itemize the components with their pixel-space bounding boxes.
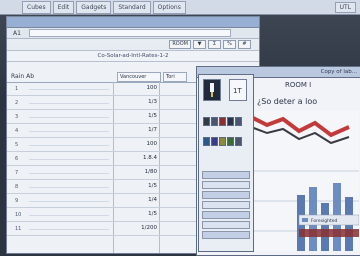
row-value: 1/5	[148, 113, 157, 119]
row-rule	[29, 89, 109, 90]
row-rule	[29, 173, 109, 174]
spreadsheet-toolbar: ROOM ▼ Σ % #	[7, 39, 259, 51]
row-number: 3	[15, 114, 19, 120]
row-rule	[29, 103, 109, 104]
row-number: 7	[15, 170, 19, 176]
palette-tool-icon[interactable]	[219, 137, 226, 146]
red-band	[299, 229, 359, 237]
row-value: 1/5	[148, 183, 157, 189]
row-number: 9	[15, 198, 19, 204]
chart-heading: ROOM I	[285, 81, 312, 89]
palette-list-item[interactable]	[202, 231, 250, 239]
row-value: 1/200	[141, 225, 157, 231]
row-rule	[29, 131, 109, 132]
row-value: 1.8.4	[143, 155, 157, 161]
palette-tool-icon[interactable]	[227, 117, 234, 126]
cell-reference: A1	[13, 29, 21, 37]
row-number: 5	[15, 142, 19, 148]
row-rule	[29, 145, 109, 146]
row-number: 1	[15, 86, 19, 92]
row-number: 6	[15, 156, 19, 162]
palette-tool-icon[interactable]	[235, 117, 242, 126]
formula-bar: A1	[7, 28, 259, 39]
row-number: 4	[15, 128, 19, 134]
row-value: 100	[146, 141, 158, 147]
row-rule	[29, 229, 109, 230]
menu-standard[interactable]: Standard	[113, 0, 151, 14]
palette-list-item[interactable]	[202, 181, 250, 189]
row-rule	[29, 187, 109, 188]
row-value: 1/3	[148, 99, 157, 105]
sheet-caption: Co-Solar-ad-Intl-Rates-1-2	[7, 51, 259, 62]
palette-list-item[interactable]	[202, 221, 250, 229]
menu-gadgets[interactable]: Gadgets	[76, 0, 112, 14]
toolbar-room-button[interactable]: ROOM	[169, 40, 191, 49]
row-number: 8	[15, 184, 19, 190]
palette-list-item[interactable]	[202, 211, 250, 219]
menu-options[interactable]: Options	[152, 0, 186, 14]
font-size-glyph: 1T	[233, 87, 242, 95]
menu-status: UTL	[334, 2, 356, 13]
row-value: 1/7	[148, 127, 157, 133]
grid-header-label: Rain Ab	[11, 73, 35, 80]
toolbar-dropdown-button[interactable]: ▼	[193, 40, 206, 49]
palette-tool-icon[interactable]	[203, 137, 210, 146]
row-rule	[29, 215, 109, 216]
row-rule	[29, 117, 109, 118]
palette-list-item[interactable]	[202, 201, 250, 209]
svg-text:1T: 1T	[233, 87, 242, 95]
eyedropper-icon[interactable]	[203, 79, 221, 101]
bar	[321, 203, 329, 251]
row-rule	[29, 201, 109, 202]
row-value: 1/80	[144, 169, 157, 175]
menu-cubes[interactable]: Cubes	[22, 0, 51, 14]
font-size-icon[interactable]: 1T	[229, 79, 247, 101]
legend-swatch	[302, 218, 308, 222]
row-number: 10	[15, 212, 22, 218]
row-number: 11	[15, 226, 22, 232]
column-header-b[interactable]: Tori	[163, 72, 187, 82]
palette-tool-icon[interactable]	[235, 137, 242, 146]
toolbar-percent-button[interactable]: %	[223, 40, 236, 49]
eyedropper-glyph	[210, 83, 214, 97]
palette-tool-icon[interactable]	[211, 117, 218, 126]
toolbar-sum-button[interactable]: Σ	[208, 40, 221, 49]
tool-palette: 1T	[198, 74, 254, 252]
row-value: 100	[146, 85, 158, 91]
palette-tool-icon[interactable]	[211, 137, 218, 146]
menu-edit[interactable]: Edit	[52, 0, 75, 14]
toolbar-number-button[interactable]: #	[238, 40, 251, 49]
row-value: 1/5	[148, 211, 157, 217]
row-number: 2	[15, 100, 19, 106]
menu-bar: Cubes Edit Gadgets Standard Options UTL	[0, 0, 360, 15]
chart-canvas: Foresighted	[249, 111, 359, 251]
spreadsheet-title-bar[interactable]	[7, 17, 259, 28]
legend-label: Foresighted	[311, 218, 338, 224]
row-rule	[29, 159, 109, 160]
palette-list-item[interactable]	[202, 191, 250, 199]
formula-input[interactable]	[28, 29, 231, 37]
column-header-a[interactable]: Vancouver	[117, 72, 161, 82]
palette-list-item[interactable]	[202, 171, 250, 179]
chart-subheading: ¿So deter a loo	[257, 97, 318, 106]
palette-tool-icon[interactable]	[219, 117, 226, 126]
palette-tool-icon[interactable]	[227, 137, 234, 146]
row-value: 1/4	[148, 197, 157, 203]
palette-tool-icon[interactable]	[203, 117, 210, 126]
